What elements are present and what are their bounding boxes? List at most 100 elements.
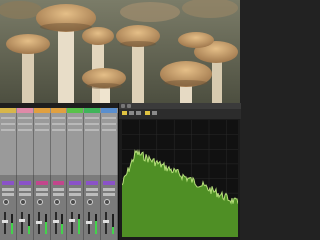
level-meter (44, 214, 47, 234)
spectrum-analyzer-window (118, 103, 241, 240)
track-lane-4[interactable] (50, 113, 68, 175)
clip-slot[interactable] (102, 123, 116, 125)
routing-selector[interactable] (18, 188, 31, 191)
clip-slot[interactable] (51, 129, 66, 131)
level-meter-fill (44, 222, 47, 234)
clip-slot[interactable] (34, 123, 49, 125)
pan-knob[interactable] (87, 199, 94, 205)
channel-strip-5 (67, 175, 85, 240)
clip-slot[interactable] (34, 117, 49, 119)
level-meter (61, 214, 64, 234)
send-chip[interactable] (86, 181, 99, 185)
pan-knob[interactable] (53, 199, 60, 205)
routing-selector[interactable] (2, 188, 14, 191)
level-meter-fill (61, 224, 64, 234)
clip-slot[interactable] (102, 117, 116, 119)
clip-slot[interactable] (51, 123, 66, 125)
clip-slot[interactable] (17, 123, 32, 125)
volume-fader-handle[interactable] (86, 221, 93, 224)
routing-selector[interactable] (35, 188, 48, 191)
track-lane-6[interactable] (84, 113, 102, 175)
spectrum-display (122, 120, 238, 237)
send-chip[interactable] (18, 181, 31, 185)
volume-fader-handle[interactable] (35, 221, 42, 224)
level-meter (95, 214, 98, 234)
pan-knob[interactable] (70, 199, 77, 205)
daw-window (0, 103, 241, 240)
level-meter-fill (27, 226, 30, 234)
track-lane-7[interactable] (101, 113, 118, 175)
level-meter-fill (95, 221, 98, 234)
send-chip[interactable] (69, 181, 82, 185)
clip-slot[interactable] (17, 129, 32, 131)
routing-selector[interactable] (103, 188, 115, 191)
level-meter-fill (111, 227, 114, 234)
volume-fader-track[interactable] (20, 212, 23, 234)
clip-slot[interactable] (1, 123, 15, 125)
track-lane-5[interactable] (67, 113, 85, 175)
track-lane-1[interactable] (0, 113, 17, 175)
analyzer-settings-button[interactable] (152, 111, 157, 115)
analyzer-mode-button[interactable] (129, 111, 134, 115)
clip-slot[interactable] (68, 123, 83, 125)
mushroom-photo (0, 0, 240, 103)
volume-fader-track[interactable] (54, 212, 57, 234)
analyzer-freeze-button[interactable] (136, 111, 141, 115)
level-meter-fill (78, 219, 81, 234)
routing-selector[interactable] (103, 193, 115, 196)
level-meter-fill (10, 223, 13, 234)
clip-slot[interactable] (68, 129, 83, 131)
channel-strip-6 (84, 175, 102, 240)
clip-slot[interactable] (85, 117, 100, 119)
send-chip[interactable] (103, 181, 115, 185)
routing-selector[interactable] (52, 193, 65, 196)
clip-slot[interactable] (51, 117, 66, 119)
clip-slot[interactable] (85, 123, 100, 125)
level-meter (27, 214, 30, 234)
volume-fader-track[interactable] (105, 212, 108, 234)
minimize-icon[interactable] (127, 104, 131, 108)
volume-fader-track[interactable] (71, 212, 74, 234)
send-chip[interactable] (35, 181, 48, 185)
analyzer-channel-button[interactable] (145, 111, 150, 115)
routing-selector[interactable] (69, 193, 82, 196)
clip-slot[interactable] (17, 117, 32, 119)
pan-knob[interactable] (36, 199, 43, 205)
pan-knob[interactable] (3, 199, 9, 205)
clip-slot[interactable] (68, 117, 83, 119)
close-icon[interactable] (121, 104, 125, 108)
track-lane-3[interactable] (33, 113, 51, 175)
volume-fader-handle[interactable] (52, 220, 59, 223)
clip-slot[interactable] (34, 129, 49, 131)
routing-selector[interactable] (86, 193, 99, 196)
track-lane-2[interactable] (16, 113, 34, 175)
routing-selector[interactable] (18, 193, 31, 196)
clip-slot[interactable] (102, 129, 116, 131)
send-chip[interactable] (52, 181, 65, 185)
channel-strip-4 (50, 175, 68, 240)
channel-strip-3 (33, 175, 51, 240)
send-chip[interactable] (2, 181, 14, 185)
level-meter (111, 214, 114, 234)
level-meter (78, 214, 81, 234)
pan-knob[interactable] (19, 199, 26, 205)
clip-slot[interactable] (1, 117, 15, 119)
level-meter (10, 214, 13, 234)
routing-selector[interactable] (35, 193, 48, 196)
routing-selector[interactable] (69, 188, 82, 191)
routing-selector[interactable] (2, 193, 14, 196)
volume-fader-handle[interactable] (103, 220, 110, 223)
clip-slot[interactable] (1, 129, 15, 131)
volume-fader-handle[interactable] (18, 219, 25, 222)
routing-selector[interactable] (86, 188, 99, 191)
channel-strip-7 (101, 175, 118, 240)
channel-strip-2 (16, 175, 34, 240)
analyzer-power-button[interactable] (122, 111, 127, 115)
pan-knob[interactable] (104, 199, 111, 205)
mixer-panel (0, 103, 118, 240)
volume-fader-handle[interactable] (69, 219, 76, 222)
volume-fader-track[interactable] (4, 212, 6, 234)
clip-slot[interactable] (85, 129, 100, 131)
routing-selector[interactable] (52, 188, 65, 191)
volume-fader-handle[interactable] (2, 220, 8, 223)
